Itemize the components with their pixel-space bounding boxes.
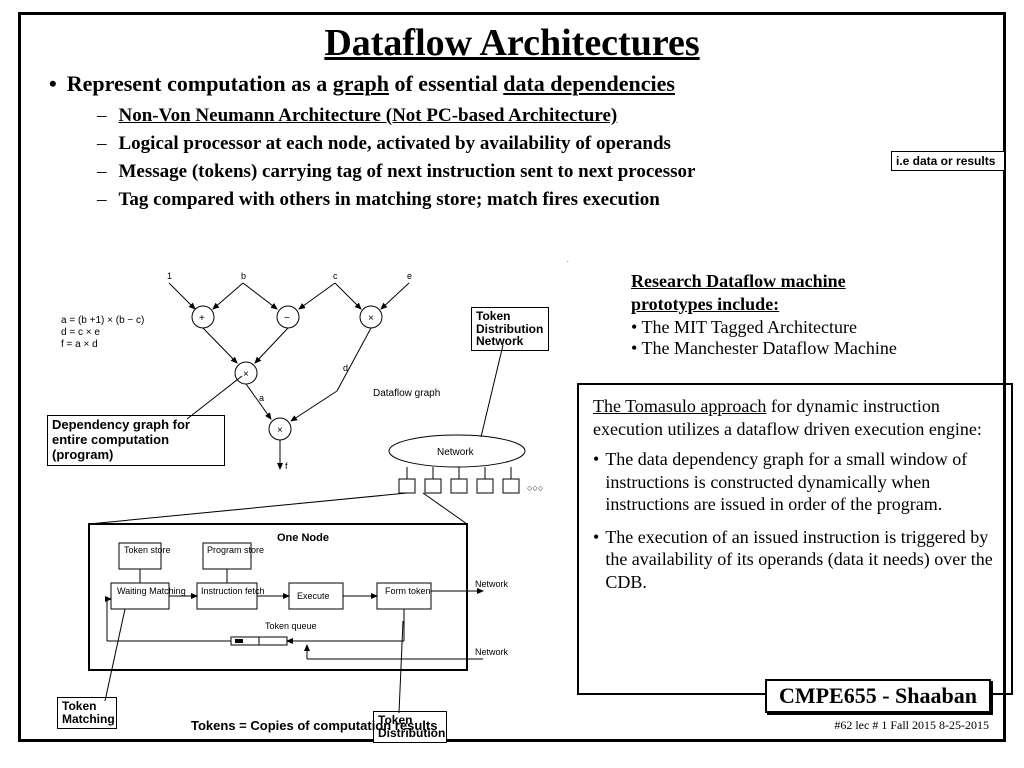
sub-bullet-0: –Non-Von Neumann Architecture (Not PC-ba… [97, 105, 1003, 127]
footer-meta: #62 lec # 1 Fall 2015 8-25-2015 [834, 718, 989, 733]
lbl-network-out1: Network [475, 579, 509, 589]
tomasulo-item-1-text: The execution of an issued instruction i… [605, 526, 997, 594]
node-times-2: × [243, 369, 249, 380]
tomasulo-item-0: •The data dependency graph for a small w… [593, 448, 997, 516]
lbl-dataflow-graph: Dataflow graph [373, 388, 440, 399]
tomasulo-lead: The Tomasulo approach for dynamic instru… [593, 395, 997, 440]
lbl-form: Form token [385, 586, 431, 596]
callout-data-results: i.e data or results [891, 151, 1005, 171]
lbl-f: f [285, 461, 288, 471]
tokens-copies-caption: Tokens = Copies of computation results [191, 718, 437, 733]
research-prototypes: Research Dataflow machine prototypes inc… [631, 271, 1011, 359]
research-hdr-l1: Research Dataflow machine [631, 271, 1011, 292]
research-hdr-l2: prototypes include: [631, 294, 1011, 315]
lbl-b: b [241, 271, 246, 281]
tomasulo-item-1: •The execution of an issued instruction … [593, 526, 997, 594]
sub-bullet-0-text: Non-Von Neumann Architecture (Not PC-bas… [119, 105, 618, 127]
lbl-token-queue: Token queue [265, 621, 317, 631]
lbl-token-store: Token store [124, 545, 171, 555]
sub-bullet-2-text: Message (tokens) carrying tag of next in… [119, 161, 696, 183]
sub-bullet-2: –Message (tokens) carrying tag of next i… [97, 161, 1003, 183]
lbl-execute: Execute [297, 591, 330, 601]
slide-title: Dataflow Architectures [21, 21, 1003, 65]
node-plus: + [199, 313, 205, 324]
sub-bullet-1-text: Logical processor at each node, activate… [119, 133, 671, 155]
node-times-3: × [277, 425, 283, 436]
lbl-one-node: One Node [277, 532, 329, 544]
diagram: 1 b c e + − × d × a × f Dataflow graph [47, 261, 577, 731]
lbl-1: 1 [167, 271, 172, 281]
lbl-network-out2: Network [475, 647, 509, 657]
lbl-c: c [333, 271, 338, 281]
lbl-d: d [343, 363, 348, 373]
node-minus: − [284, 313, 290, 324]
sub-bullets: –Non-Von Neumann Architecture (Not PC-ba… [97, 105, 1003, 211]
lbl-a: a [259, 393, 264, 403]
main-bullet-text: Represent computation as a graph of esse… [67, 71, 675, 97]
ellipsis-dots: ○○○ [527, 483, 543, 493]
tomasulo-box: The Tomasulo approach for dynamic instru… [577, 383, 1013, 695]
lbl-e: e [407, 271, 412, 281]
bullet-dot: • [49, 71, 57, 97]
slide-frame: Dataflow Architectures • Represent compu… [18, 12, 1006, 742]
sub-bullet-3-text: Tag compared with others in matching sto… [119, 189, 660, 211]
research-item-0: The MIT Tagged Architecture [631, 317, 1011, 338]
node-times-1: × [368, 313, 374, 324]
main-bullet-mid: of essential [389, 71, 503, 96]
course-label: CMPE655 - Shaaban [765, 679, 991, 713]
research-item-1: The Manchester Dataflow Machine [631, 338, 1011, 359]
bullets-area: • Represent computation as a graph of es… [49, 71, 1003, 211]
lbl-waiting: Waiting Matching [117, 586, 186, 596]
main-bullet-pre: Represent computation as a [67, 71, 333, 96]
sub-bullet-1: –Logical processor at each node, activat… [97, 133, 1003, 155]
main-bullet: • Represent computation as a graph of es… [49, 71, 1003, 97]
sub-bullet-3: –Tag compared with others in matching st… [97, 189, 1003, 211]
lbl-ifetch: Instruction fetch [201, 586, 265, 596]
main-bullet-u1: graph [333, 71, 389, 96]
main-bullet-u2: data dependencies [503, 71, 675, 96]
tomasulo-item-0-text: The data dependency graph for a small wi… [605, 448, 997, 516]
lbl-program-store: Program store [207, 545, 264, 555]
lbl-network-oval: Network [437, 447, 475, 458]
tomasulo-lead-u: The Tomasulo approach [593, 396, 766, 416]
network-node-stubs: ○○○ [399, 467, 543, 493]
